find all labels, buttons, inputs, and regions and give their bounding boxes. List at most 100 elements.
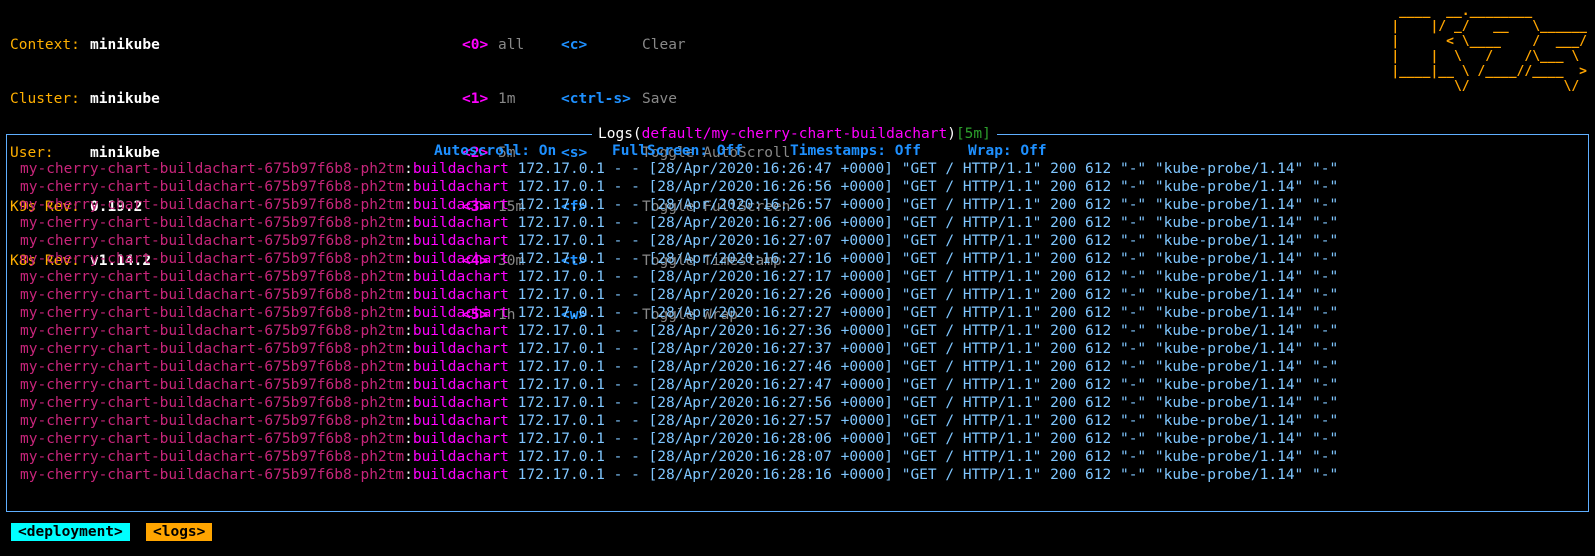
log-pod-name: my-cherry-chart-buildachart-675b97f6b8-p… — [20, 377, 405, 393]
log-separator: : — [404, 449, 413, 465]
log-line: my-cherry-chart-buildachart-675b97f6b8-p… — [20, 232, 1338, 250]
log-separator: : — [404, 251, 413, 267]
log-separator: : — [404, 323, 413, 339]
hotkey-clear[interactable]: <c> Clear — [561, 36, 790, 54]
log-line: my-cherry-chart-buildachart-675b97f6b8-p… — [20, 322, 1338, 340]
log-container-name: buildachart — [412, 449, 509, 465]
log-message: 172.17.0.1 - - [28/Apr/2020:16:28:07 +00… — [517, 449, 1339, 465]
log-container-name: buildachart — [412, 179, 509, 195]
log-separator: : — [404, 179, 413, 195]
interval-item-all[interactable]: <0> all — [462, 36, 524, 54]
log-container-name: buildachart — [412, 215, 509, 231]
log-space — [509, 287, 518, 303]
log-pod-name: my-cherry-chart-buildachart-675b97f6b8-p… — [20, 413, 405, 429]
log-container-name: buildachart — [412, 377, 509, 393]
log-container-name: buildachart — [412, 341, 509, 357]
log-pod-name: my-cherry-chart-buildachart-675b97f6b8-p… — [20, 287, 405, 303]
log-pod-name: my-cherry-chart-buildachart-675b97f6b8-p… — [20, 395, 405, 411]
log-message: 172.17.0.1 - - [28/Apr/2020:16:27:27 +00… — [517, 305, 1339, 321]
log-container-name: buildachart — [412, 287, 509, 303]
log-pod-name: my-cherry-chart-buildachart-675b97f6b8-p… — [20, 305, 405, 321]
log-separator: : — [404, 413, 413, 429]
log-space — [509, 359, 518, 375]
log-separator: : — [404, 269, 413, 285]
log-space — [509, 449, 518, 465]
log-message: 172.17.0.1 - - [28/Apr/2020:16:27:16 +00… — [517, 251, 1339, 267]
log-line: my-cherry-chart-buildachart-675b97f6b8-p… — [20, 250, 1338, 268]
crumb-deployment[interactable]: <deployment> — [11, 523, 130, 541]
log-lines: my-cherry-chart-buildachart-675b97f6b8-p… — [20, 160, 1338, 484]
log-line: my-cherry-chart-buildachart-675b97f6b8-p… — [20, 448, 1338, 466]
log-pod-name: my-cherry-chart-buildachart-675b97f6b8-p… — [20, 449, 405, 465]
log-container-name: buildachart — [412, 467, 509, 483]
status-fullscreen: FullScreen: Off — [612, 143, 743, 159]
log-separator: : — [404, 305, 413, 321]
log-separator: : — [404, 467, 413, 483]
log-line: my-cherry-chart-buildachart-675b97f6b8-p… — [20, 412, 1338, 430]
log-message: 172.17.0.1 - - [28/Apr/2020:16:26:57 +00… — [517, 197, 1339, 213]
log-message: 172.17.0.1 - - [28/Apr/2020:16:27:47 +00… — [517, 377, 1339, 393]
log-container-name: buildachart — [412, 161, 509, 177]
log-space — [509, 197, 518, 213]
log-separator: : — [404, 197, 413, 213]
log-message: 172.17.0.1 - - [28/Apr/2020:16:27:37 +00… — [517, 341, 1339, 357]
log-separator: : — [404, 161, 413, 177]
log-space — [509, 341, 518, 357]
log-container-name: buildachart — [412, 323, 509, 339]
log-line: my-cherry-chart-buildachart-675b97f6b8-p… — [20, 196, 1338, 214]
panel-title: Logs(default/my-cherry-chart-buildachart… — [592, 125, 997, 143]
log-space — [509, 251, 518, 267]
status-wrap: Wrap: Off — [968, 143, 1047, 159]
log-space — [509, 161, 518, 177]
log-space — [509, 179, 518, 195]
log-status-bar: Autoscroll: On FullScreen: Off Timestamps:… — [434, 142, 1047, 160]
log-space — [509, 323, 518, 339]
log-message: 172.17.0.1 - - [28/Apr/2020:16:27:46 +00… — [517, 359, 1339, 375]
log-space — [509, 377, 518, 393]
log-space — [509, 233, 518, 249]
log-separator: : — [404, 377, 413, 393]
log-container-name: buildachart — [412, 395, 509, 411]
status-timestamps: Timestamps: Off — [790, 143, 921, 159]
log-separator: : — [404, 233, 413, 249]
log-pod-name: my-cherry-chart-buildachart-675b97f6b8-p… — [20, 215, 405, 231]
interval-item-1m[interactable]: <1> 1m — [462, 90, 524, 108]
log-pod-name: my-cherry-chart-buildachart-675b97f6b8-p… — [20, 431, 405, 447]
log-line: my-cherry-chart-buildachart-675b97f6b8-p… — [20, 178, 1338, 196]
status-autoscroll: Autoscroll: On — [434, 143, 557, 159]
log-pod-name: my-cherry-chart-buildachart-675b97f6b8-p… — [20, 323, 405, 339]
log-message: 172.17.0.1 - - [28/Apr/2020:16:27:07 +00… — [517, 233, 1339, 249]
log-container-name: buildachart — [412, 359, 509, 375]
log-line: my-cherry-chart-buildachart-675b97f6b8-p… — [20, 376, 1338, 394]
log-line: my-cherry-chart-buildachart-675b97f6b8-p… — [20, 466, 1338, 484]
log-line: my-cherry-chart-buildachart-675b97f6b8-p… — [20, 430, 1338, 448]
log-separator: : — [404, 359, 413, 375]
log-separator: : — [404, 215, 413, 231]
log-space — [509, 467, 518, 483]
log-space — [509, 305, 518, 321]
log-message: 172.17.0.1 - - [28/Apr/2020:16:27:17 +00… — [517, 269, 1339, 285]
log-container-name: buildachart — [412, 233, 509, 249]
log-message: 172.17.0.1 - - [28/Apr/2020:16:28:06 +00… — [517, 431, 1339, 447]
log-pod-name: my-cherry-chart-buildachart-675b97f6b8-p… — [20, 269, 405, 285]
log-space — [509, 413, 518, 429]
log-container-name: buildachart — [412, 269, 509, 285]
log-line: my-cherry-chart-buildachart-675b97f6b8-p… — [20, 394, 1338, 412]
log-pod-name: my-cherry-chart-buildachart-675b97f6b8-p… — [20, 359, 405, 375]
log-separator: : — [404, 341, 413, 357]
log-line: my-cherry-chart-buildachart-675b97f6b8-p… — [20, 340, 1338, 358]
hotkey-save[interactable]: <ctrl-s> Save — [561, 90, 790, 108]
log-separator: : — [404, 431, 413, 447]
info-context: Context: minikube — [10, 37, 160, 53]
log-pod-name: my-cherry-chart-buildachart-675b97f6b8-p… — [20, 233, 405, 249]
log-line: my-cherry-chart-buildachart-675b97f6b8-p… — [20, 160, 1338, 178]
log-space — [509, 431, 518, 447]
log-container-name: buildachart — [412, 251, 509, 267]
log-separator: : — [404, 395, 413, 411]
log-container-name: buildachart — [412, 431, 509, 447]
log-line: my-cherry-chart-buildachart-675b97f6b8-p… — [20, 214, 1338, 232]
k9s-logo: ____ __.________ | |/ _/ __ \______ | < … — [1391, 4, 1587, 94]
crumb-logs[interactable]: <logs> — [146, 523, 213, 541]
log-message: 172.17.0.1 - - [28/Apr/2020:16:27:06 +00… — [517, 215, 1339, 231]
log-message: 172.17.0.1 - - [28/Apr/2020:16:26:56 +00… — [517, 179, 1339, 195]
